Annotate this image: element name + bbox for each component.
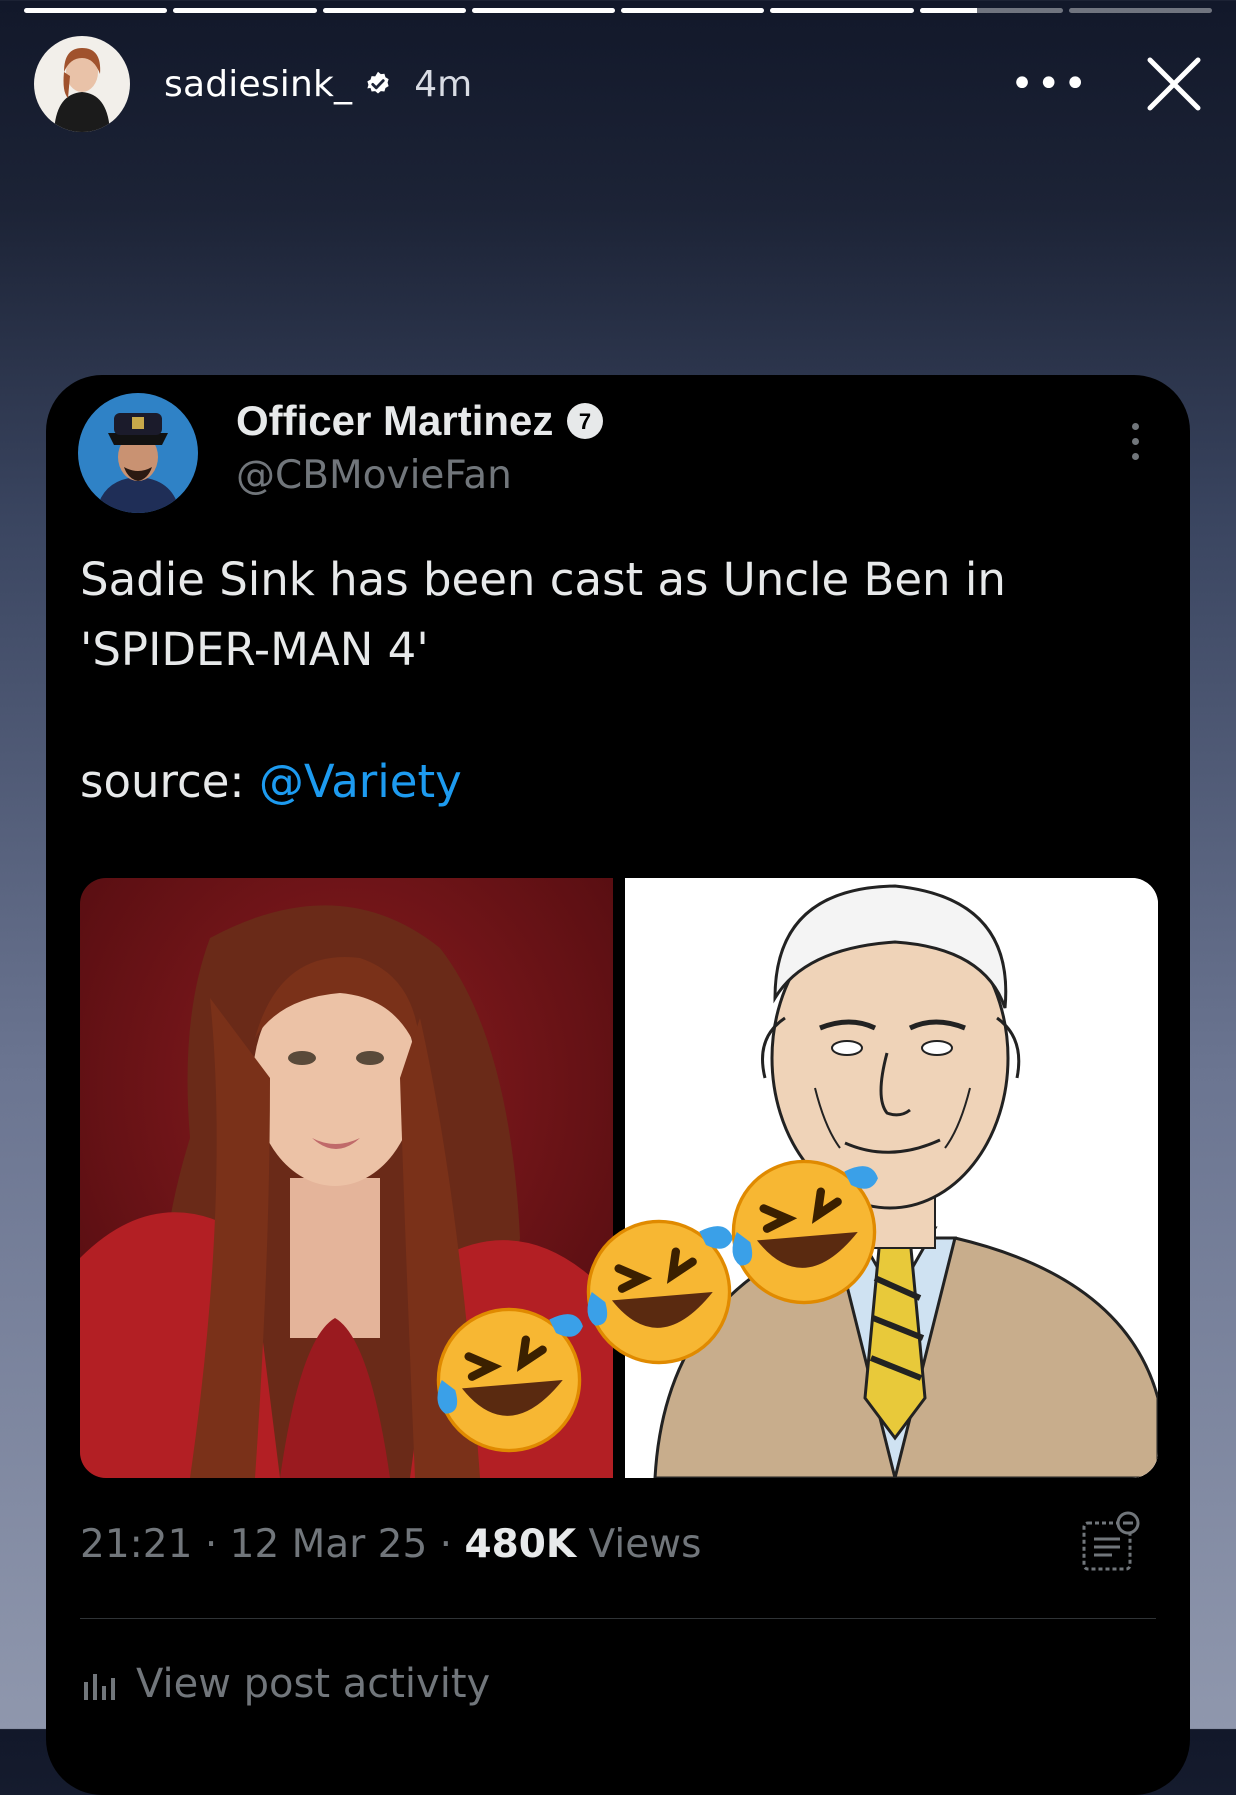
views-label: Views xyxy=(588,1522,702,1567)
tweet-date[interactable]: 12 Mar 25 xyxy=(230,1522,428,1567)
views-count: 480K xyxy=(464,1522,577,1567)
verified-icon xyxy=(367,71,389,94)
tweet-time[interactable]: 21:21 xyxy=(80,1522,192,1567)
close-icon[interactable] xyxy=(1142,52,1206,116)
story-avatar[interactable] xyxy=(34,36,130,132)
media-illustration-uncle-ben[interactable] xyxy=(625,878,1158,1478)
tweet-text: Sadie Sink has been cast as Uncle Ben in… xyxy=(80,545,1160,685)
svg-text:7: 7 xyxy=(579,409,591,434)
view-post-activity-link[interactable]: View post activity xyxy=(80,1661,490,1707)
story-username[interactable]: sadiesink_ xyxy=(164,64,352,105)
tweet-card[interactable]: Officer Martinez 7 @CBMovieFan Sadie Sin… xyxy=(46,375,1190,1795)
story-progress-segment xyxy=(24,8,168,13)
laughing-emoji-icon xyxy=(586,1219,733,1365)
story-progress-bar xyxy=(24,8,1212,13)
tweet-author-avatar[interactable] xyxy=(78,393,198,513)
tweet-display-name[interactable]: Officer Martinez xyxy=(236,397,553,445)
laughing-emoji-icon xyxy=(436,1307,583,1453)
story-progress-fill xyxy=(770,8,914,13)
tweet-meta: 21:21 · 12 Mar 25 · 480K Views xyxy=(80,1522,701,1567)
story-progress-segment xyxy=(770,8,914,13)
tweet-more-icon[interactable] xyxy=(1132,423,1142,468)
tweet-source: source: @Variety xyxy=(80,755,462,808)
analytics-bars-icon xyxy=(84,1674,115,1700)
more-horizontal-icon[interactable]: ••• xyxy=(1010,64,1090,104)
story-progress-segment xyxy=(919,8,1063,13)
story-progress-segment xyxy=(1068,8,1212,13)
divider xyxy=(80,1618,1156,1619)
source-mention-link[interactable]: @Variety xyxy=(259,755,462,808)
story-progress-fill xyxy=(24,8,168,13)
meta-separator: · xyxy=(439,1522,453,1567)
view-post-activity-label: View post activity xyxy=(136,1661,491,1707)
story-timestamp: 4m xyxy=(414,63,473,105)
reader-mode-icon[interactable] xyxy=(1072,1507,1146,1581)
story-progress-segment xyxy=(173,8,317,13)
tweet-handle[interactable]: @CBMovieFan xyxy=(236,453,512,498)
story-progress-fill xyxy=(471,8,615,13)
story-progress-fill xyxy=(919,8,977,13)
tweet-text-line: Sadie Sink has been cast as Uncle Ben in xyxy=(80,553,1006,606)
story-progress-segment xyxy=(621,8,765,13)
tweet-text-line: 'SPIDER-MAN 4' xyxy=(80,623,429,676)
story-progress-fill xyxy=(322,8,466,13)
story-progress-fill xyxy=(621,8,765,13)
laughing-emoji-icon xyxy=(731,1159,878,1305)
story-progress-fill xyxy=(173,8,317,13)
story-progress-segment xyxy=(471,8,615,13)
tweet-media-grid[interactable] xyxy=(80,878,1158,1478)
affiliation-badge-icon: 7 xyxy=(567,403,604,439)
source-prefix: source: xyxy=(80,755,259,808)
meta-separator: · xyxy=(204,1522,218,1567)
story-header: sadiesink_ 4m ••• xyxy=(34,36,1206,132)
story-progress-segment xyxy=(322,8,466,13)
